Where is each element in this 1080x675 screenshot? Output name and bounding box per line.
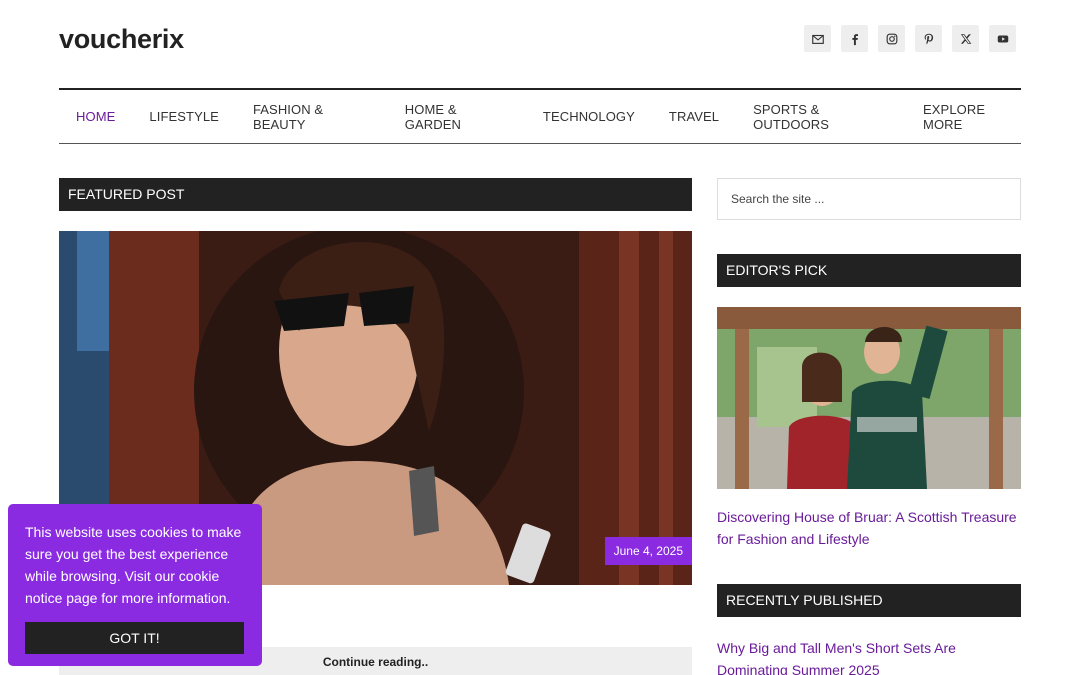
x-twitter-icon[interactable] — [952, 25, 979, 52]
youtube-icon[interactable] — [989, 25, 1016, 52]
nav-item-home[interactable]: HOME — [76, 109, 115, 124]
sidebar: EDITOR'S PICK Discovering House of Bruar… — [717, 178, 1021, 675]
nav-item-travel[interactable]: TRAVEL — [669, 109, 719, 124]
cookie-notice-text: This website uses cookies to make sure y… — [25, 524, 242, 606]
nav-item-home-garden[interactable]: HOME & GARDEN — [405, 102, 509, 132]
editors-pick-heading: EDITOR'S PICK — [717, 254, 1021, 287]
recent-post-link[interactable]: Why Big and Tall Men's Short Sets Are Do… — [717, 637, 1021, 675]
nav-item-fashion-beauty[interactable]: FASHION & BEAUTY — [253, 102, 371, 132]
main-navigation: HOME LIFESTYLE FASHION & BEAUTY HOME & G… — [59, 88, 1021, 144]
editors-pick-image[interactable] — [717, 307, 1021, 489]
site-title[interactable]: voucherix — [59, 24, 184, 55]
social-links — [804, 25, 1016, 52]
nav-item-technology[interactable]: TECHNOLOGY — [543, 109, 635, 124]
nav-item-lifestyle[interactable]: LIFESTYLE — [149, 109, 219, 124]
instagram-icon[interactable] — [878, 25, 905, 52]
search-input[interactable] — [717, 178, 1021, 220]
nav-item-explore-more[interactable]: EXPLORE MORE — [923, 102, 1021, 132]
pinterest-icon[interactable] — [915, 25, 942, 52]
editors-pick-link[interactable]: Discovering House of Bruar: A Scottish T… — [717, 506, 1021, 550]
post-date-badge: June 4, 2025 — [604, 537, 692, 565]
facebook-icon[interactable] — [841, 25, 868, 52]
recently-published-heading: RECENTLY PUBLISHED — [717, 584, 1021, 617]
email-icon[interactable] — [804, 25, 831, 52]
cookie-notice: This website uses cookies to make sure y… — [8, 504, 262, 666]
nav-item-sports-outdoors[interactable]: SPORTS & OUTDOORS — [753, 102, 889, 132]
cookie-accept-button[interactable]: GOT IT! — [25, 622, 244, 654]
featured-post-heading: FEATURED POST — [59, 178, 692, 211]
